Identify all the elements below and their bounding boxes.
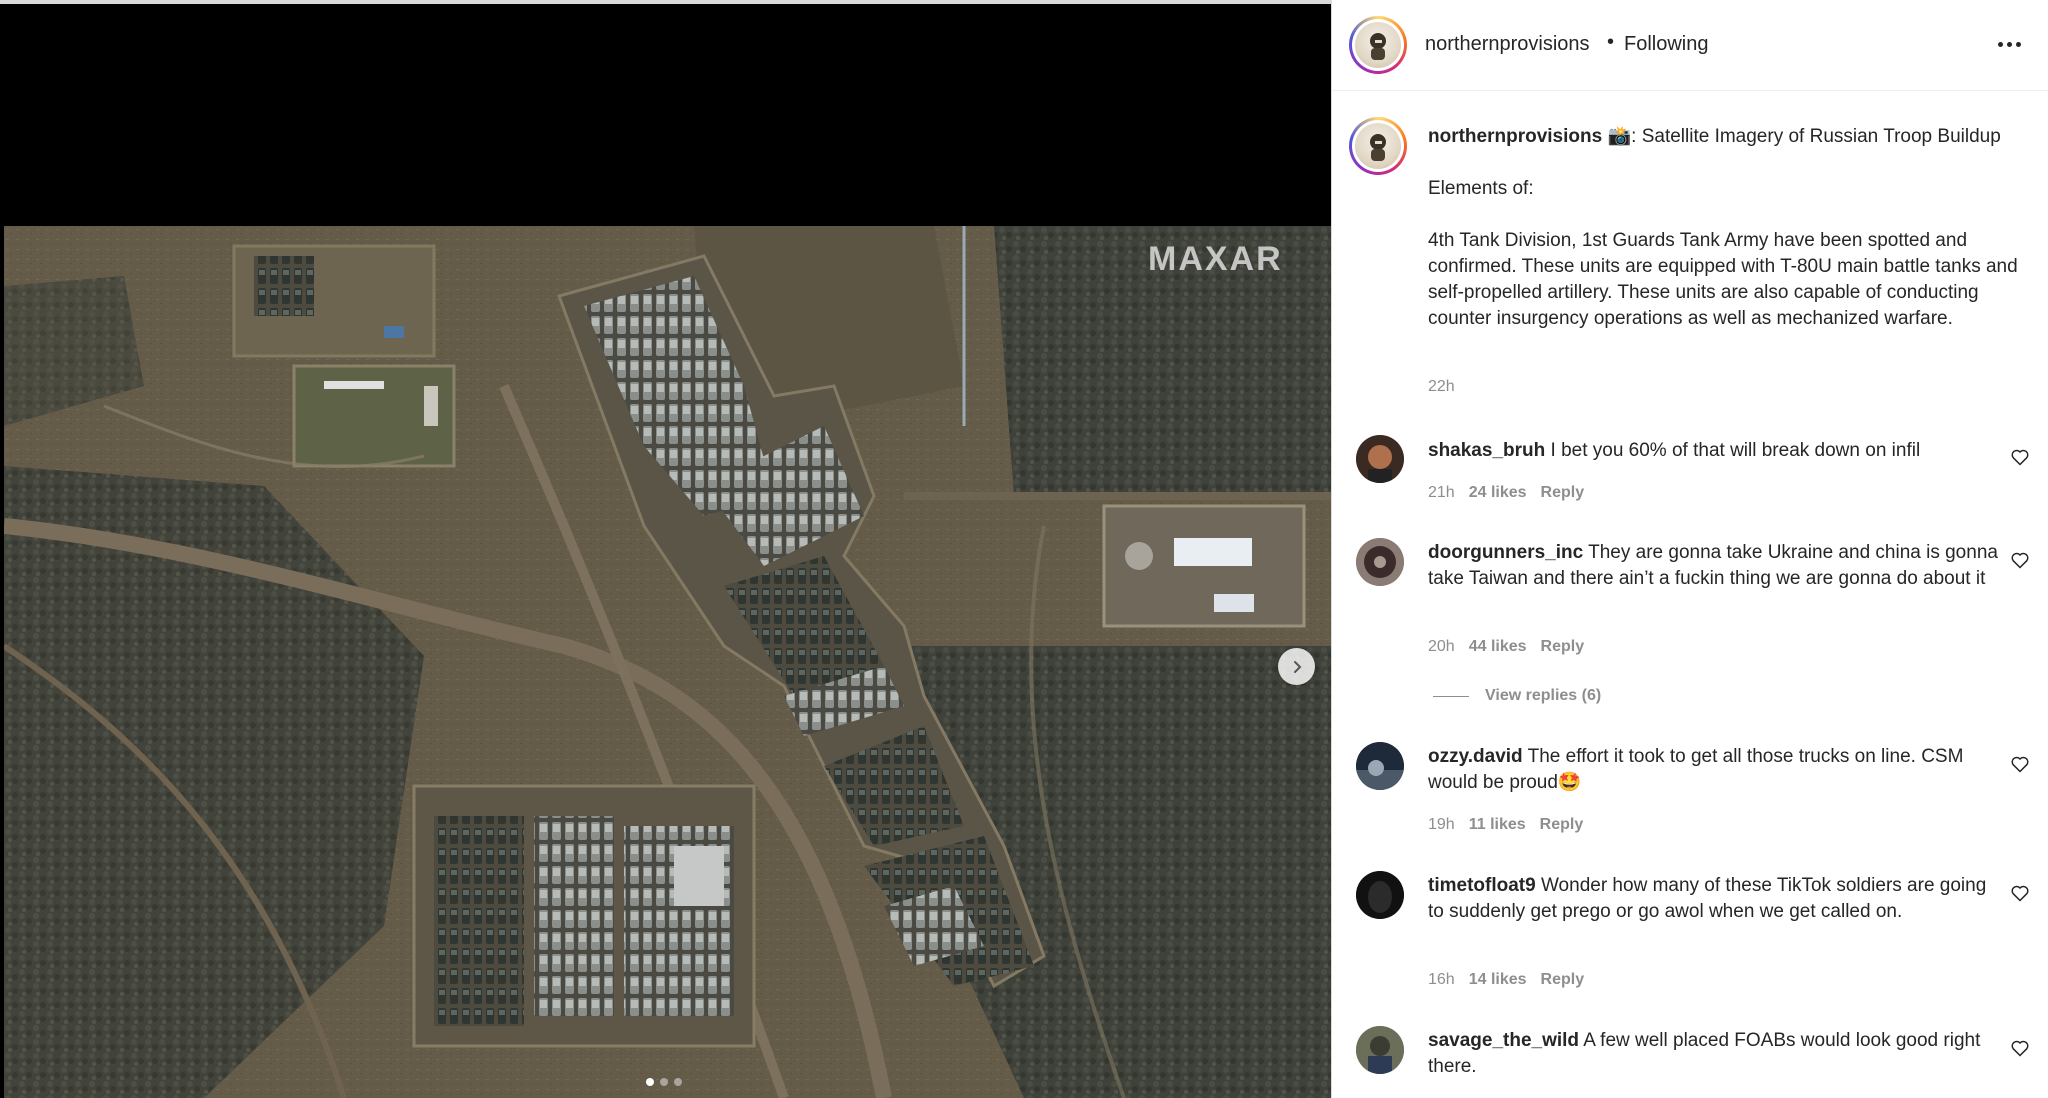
header-username[interactable]: northernprovisions — [1425, 33, 1590, 56]
comment-text: timetofloat9 Wonder how many of these Ti… — [1428, 873, 1998, 925]
profile-portrait-icon — [1370, 33, 1386, 60]
reply-button[interactable]: Reply — [1541, 484, 1585, 502]
caption-line-1: Elements of: — [1428, 178, 1534, 199]
profile-portrait-icon — [1370, 134, 1386, 161]
comment-text: ozzy.david The effort it took to get all… — [1428, 744, 1998, 796]
commenter-avatar[interactable] — [1356, 1026, 1404, 1074]
carousel-dot-1 — [646, 1078, 654, 1086]
commenter-avatar[interactable] — [1356, 871, 1404, 919]
chevron-right-icon — [1293, 660, 1301, 673]
comment-likes[interactable]: 44 likes — [1469, 638, 1527, 656]
commenter-avatar[interactable] — [1356, 435, 1404, 483]
reply-button[interactable]: Reply — [1541, 638, 1585, 656]
reply-button[interactable]: Reply — [1541, 971, 1585, 989]
commenter-avatar[interactable] — [1356, 742, 1404, 790]
caption-username[interactable]: northernprovisions — [1428, 126, 1602, 147]
carousel-dots — [646, 1078, 682, 1086]
heart-icon[interactable] — [2010, 447, 2030, 467]
reply-button[interactable]: Reply — [1540, 816, 1584, 834]
post-viewer: MAXAR northernprovisions • Following nor… — [0, 0, 2048, 1098]
comment-time[interactable]: 20h — [1428, 638, 1455, 656]
heart-icon[interactable] — [2010, 883, 2030, 903]
comment-username[interactable]: shakas_bruh — [1428, 440, 1545, 461]
header-avatar[interactable] — [1349, 16, 1407, 74]
carousel-dot-2 — [660, 1078, 668, 1086]
carousel-dot-3 — [674, 1078, 682, 1086]
comment-likes[interactable]: 24 likes — [1469, 484, 1527, 502]
heart-icon[interactable] — [2010, 754, 2030, 774]
comment-likes[interactable]: 11 likes — [1469, 816, 1526, 834]
replies-divider — [1433, 695, 1469, 697]
heart-icon[interactable] — [2010, 1038, 2030, 1058]
comment-time[interactable]: 19h — [1428, 816, 1455, 834]
post-caption: northernprovisions 📸: Satellite Imagery … — [1428, 124, 2028, 332]
comment-text: doorgunners_inc They are gonna take Ukra… — [1428, 540, 1998, 592]
view-replies-label: View replies (6) — [1485, 687, 1602, 704]
caption-body: 4th Tank Division, 1st Guards Tank Army … — [1428, 230, 2018, 329]
comment-text: shakas_bruh I bet you 60% of that will b… — [1428, 438, 1998, 464]
post-media[interactable]: MAXAR — [0, 0, 1331, 1098]
more-options-icon[interactable] — [1998, 42, 2021, 47]
satellite-image-drawing — [4, 226, 1331, 1098]
following-button[interactable]: Following — [1624, 33, 1708, 56]
camera-emoji: 📸 — [1607, 126, 1632, 147]
caption-title: : Satellite Imagery of Russian Troop Bui… — [1631, 126, 2001, 147]
comment-username[interactable]: savage_the_wild — [1428, 1030, 1579, 1051]
comment-likes[interactable]: 14 likes — [1469, 971, 1527, 989]
header-separator: • — [1607, 31, 1615, 53]
comment-time[interactable]: 21h — [1428, 484, 1455, 502]
caption-timestamp[interactable]: 22h — [1428, 378, 1455, 396]
comment-meta: 19h 11 likes Reply — [1428, 816, 1583, 834]
media-letterbox — [0, 4, 1331, 226]
post-header: northernprovisions • Following — [1332, 0, 2048, 91]
next-media-button[interactable] — [1278, 648, 1315, 685]
comment-username[interactable]: timetofloat9 — [1428, 875, 1536, 896]
caption-avatar[interactable] — [1349, 117, 1407, 175]
commenter-avatar[interactable] — [1356, 538, 1404, 586]
comment-meta: 16h 14 likes Reply — [1428, 971, 1584, 989]
comment-text: savage_the_wild A few well placed FOABs … — [1428, 1028, 1998, 1080]
comment-meta: 21h 24 likes Reply — [1428, 484, 1584, 502]
maxar-watermark: MAXAR — [1148, 240, 1283, 278]
satellite-image — [4, 226, 1331, 1098]
view-replies-button[interactable]: View replies (6) — [1433, 687, 1601, 705]
comment-meta: 20h 44 likes Reply — [1428, 638, 1584, 656]
post-details-panel: northernprovisions • Following northernp… — [1331, 0, 2048, 1098]
comment-username[interactable]: doorgunners_inc — [1428, 542, 1583, 563]
comment-time[interactable]: 16h — [1428, 971, 1455, 989]
comment-username[interactable]: ozzy.david — [1428, 746, 1523, 767]
heart-icon[interactable] — [2010, 550, 2030, 570]
comment-body: I bet you 60% of that will break down on… — [1550, 440, 1921, 461]
